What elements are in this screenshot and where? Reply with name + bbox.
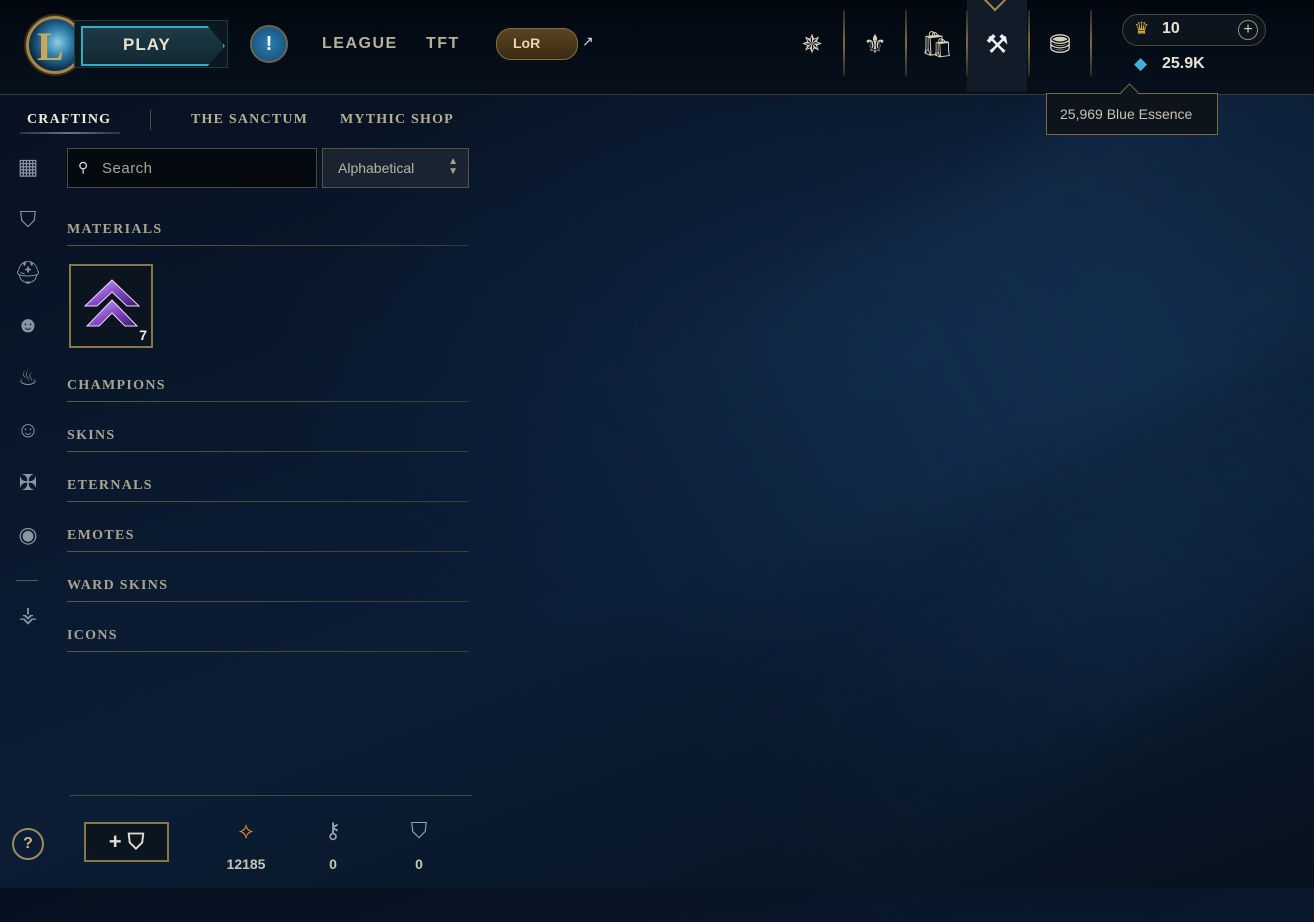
search-input[interactable] [100, 155, 304, 181]
sort-selected-label: Alphabetical [338, 160, 415, 176]
chest-count: 0 [415, 856, 423, 872]
orange-essence-icon: ⟡ [238, 818, 254, 843]
orange-essence-value: 12185 [226, 856, 266, 872]
logo-letter: L [37, 24, 64, 69]
currency-icon[interactable]: ⛃ [1030, 20, 1090, 70]
category-divider [67, 601, 469, 602]
external-link-icon: ↗ [582, 33, 594, 49]
footer-divider [70, 795, 472, 796]
tab-sanctum[interactable]: THE SANCTUM [191, 112, 308, 128]
riot-points-icon: ♛ [1134, 19, 1150, 38]
lor-label: LoR [513, 35, 541, 51]
alert-icon[interactable]: ! [250, 25, 288, 63]
category-divider [67, 451, 469, 452]
category-ward-skins[interactable]: WARD SKINS [67, 578, 168, 594]
sort-chevrons-icon: ▲ ▼ [448, 156, 458, 177]
category-divider [67, 651, 469, 652]
blue-essence-value[interactable]: 25.9K [1162, 55, 1205, 73]
play-button-inner[interactable]: PLAY [81, 26, 225, 66]
play-label: PLAY [123, 35, 171, 54]
top-bar: L PLAY ! LEAGUE TFT LoR ↗ ✵ ⚜ 🛍 ⚒ ⛃ ♛ 10… [0, 0, 1314, 95]
flame-icon[interactable]: ♨ [12, 363, 44, 393]
category-icons[interactable]: ICONS [67, 628, 118, 644]
eternals-icon[interactable]: ✠ [12, 468, 44, 498]
category-divider [67, 401, 469, 402]
search-box[interactable]: ⚲ [67, 148, 317, 188]
mastery-token-icon [83, 279, 141, 327]
item-count: 7 [139, 327, 147, 343]
profile-circle-icon[interactable]: ◉ [12, 520, 44, 550]
loot-item-card[interactable]: 7 [69, 264, 153, 348]
mask-icon[interactable]: ☻ [12, 310, 44, 340]
sort-dropdown[interactable]: Alphabetical ▲ ▼ [322, 148, 469, 188]
category-divider [67, 245, 469, 246]
help-button[interactable]: ? [12, 828, 44, 860]
store-icon[interactable]: 🛍 [907, 20, 967, 70]
blue-essence-icon: ◆ [1134, 54, 1148, 73]
tab-separator [150, 110, 151, 130]
search-icon: ⚲ [78, 159, 89, 175]
play-button[interactable]: PLAY [74, 20, 228, 68]
active-tab-underline [20, 132, 120, 134]
nav-tft[interactable]: TFT [426, 35, 460, 53]
profile-icon[interactable]: ✵ [782, 20, 842, 70]
category-emotes[interactable]: EMOTES [67, 528, 135, 544]
blue-essence-tooltip: 25,969 Blue Essence [1046, 93, 1218, 135]
collection-icon[interactable]: ⚜ [845, 20, 905, 70]
category-champions[interactable]: CHAMPIONS [67, 378, 166, 394]
tooltip-text: 25,969 Blue Essence [1060, 106, 1193, 122]
rp-value: 10 [1162, 20, 1180, 37]
tab-mythic-shop[interactable]: MYTHIC SHOP [340, 112, 454, 128]
helmet-icon[interactable]: ⛑ [12, 258, 44, 288]
grid-icon[interactable]: ▦ [12, 152, 44, 182]
emote-icon[interactable]: ☺ [12, 415, 44, 445]
ward-icon[interactable]: ⚶ [12, 600, 44, 630]
chest-icon[interactable]: ⛉ [12, 205, 44, 235]
lor-button[interactable]: LoR [496, 28, 578, 60]
category-skins[interactable]: SKINS [67, 428, 116, 444]
category-divider [67, 551, 469, 552]
nav-league[interactable]: LEAGUE [322, 35, 398, 53]
add-rp-button[interactable]: + [1238, 20, 1258, 40]
nav-divider [1090, 10, 1092, 76]
key-icon: ⚷ [324, 818, 342, 843]
category-eternals[interactable]: ETERNALS [67, 478, 153, 494]
loot-icon[interactable]: ⚒ [967, 20, 1027, 70]
key-count: 0 [329, 856, 337, 872]
chest-count-icon: ⛉ [410, 818, 428, 843]
tab-crafting[interactable]: CRAFTING [27, 112, 111, 128]
category-materials[interactable]: MATERIALS [67, 222, 162, 238]
add-chest-button[interactable]: + ⛉ [84, 822, 169, 862]
sidebar-divider [16, 580, 38, 581]
category-divider [67, 501, 469, 502]
